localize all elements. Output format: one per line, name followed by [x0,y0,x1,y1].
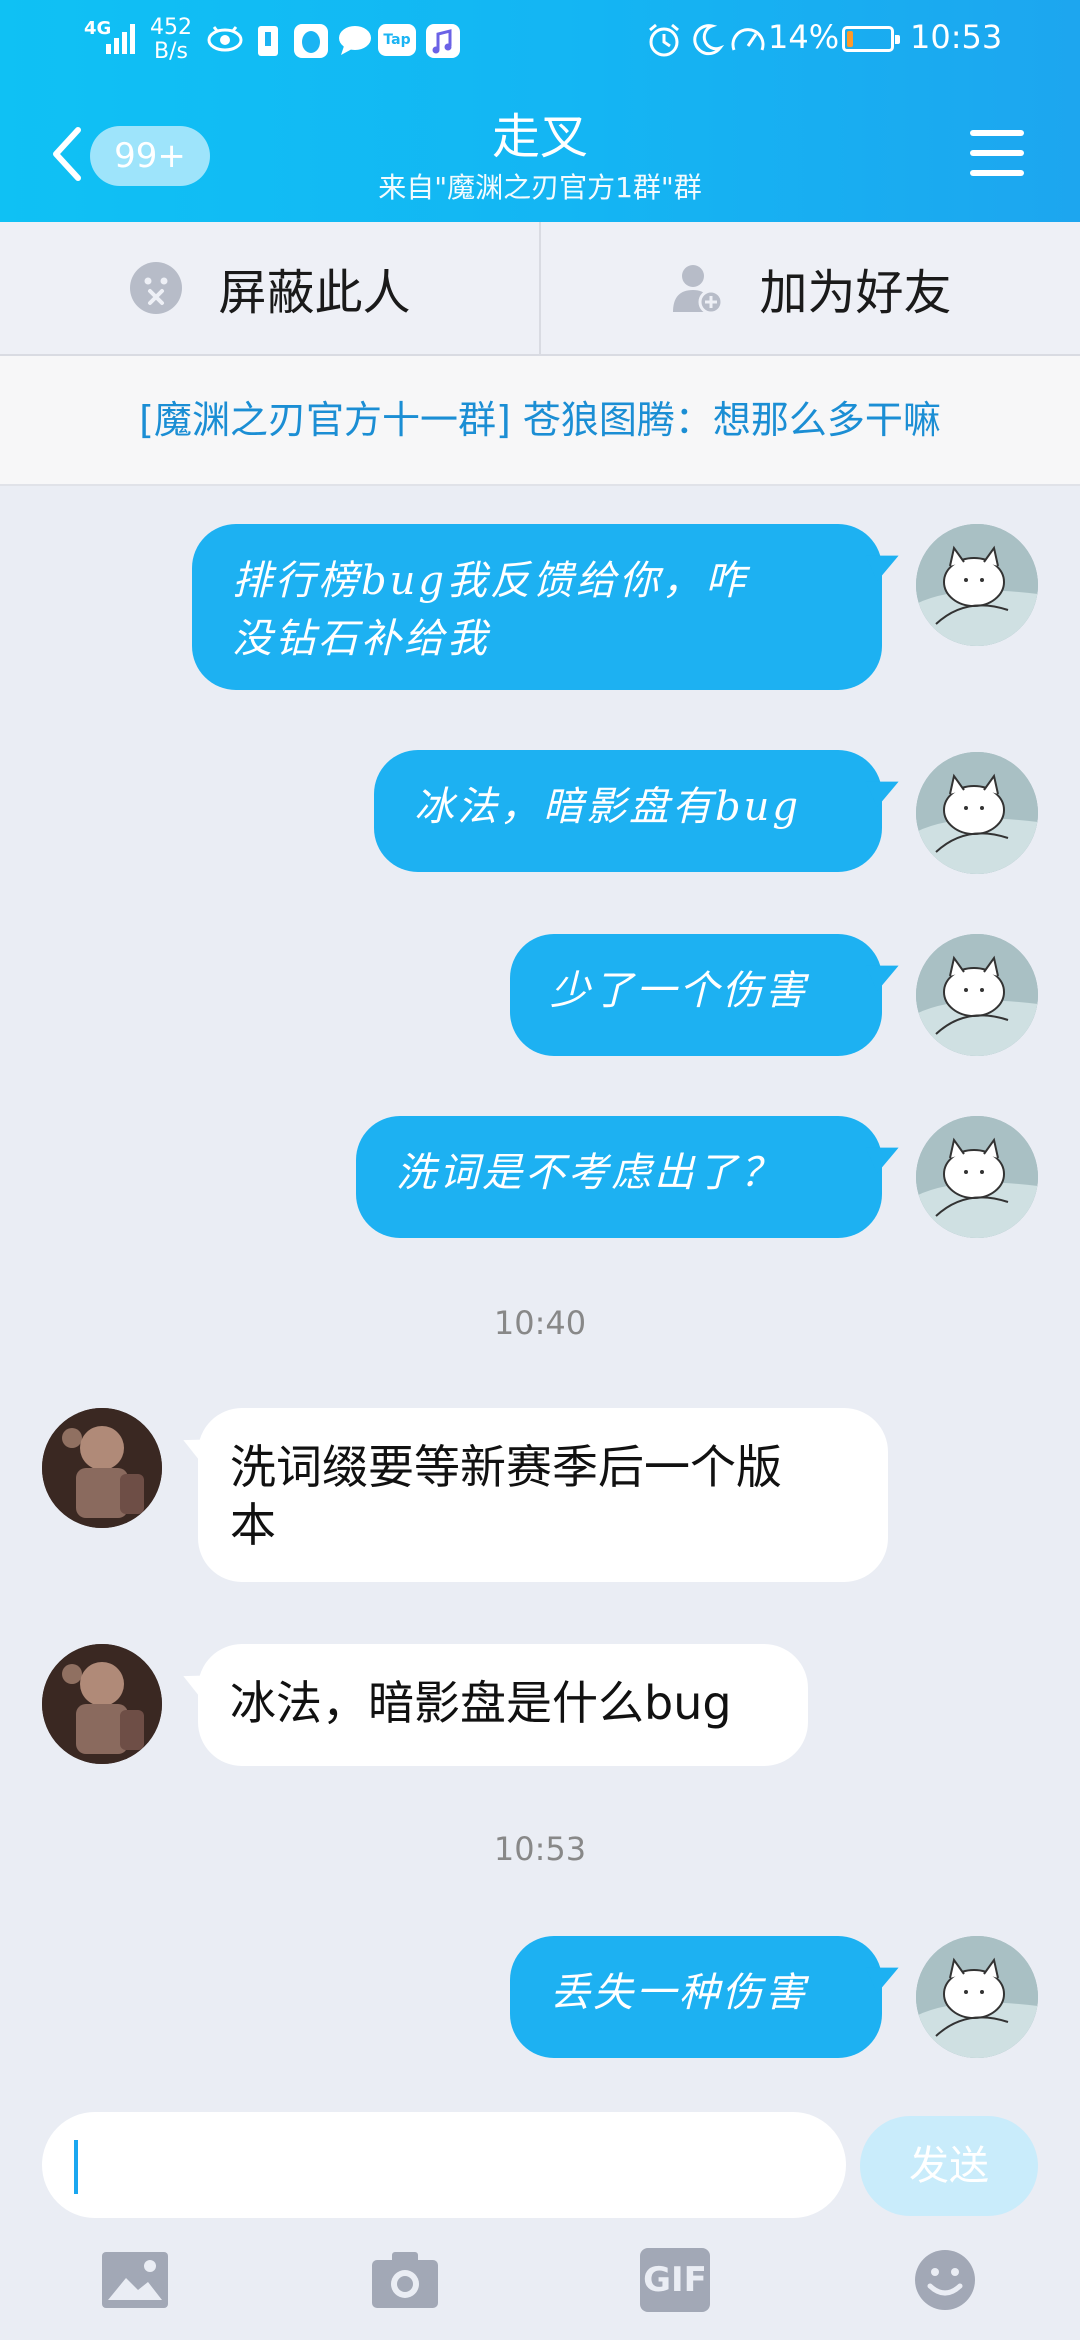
message-text-line: 排行榜bug我反馈给你，咋 [232,558,748,604]
cat-avatar-image [916,1936,1038,2058]
message-input[interactable] [42,2112,846,2218]
message-text-line: 没钻石补给我 [232,616,490,662]
gif-icon[interactable]: GIF [640,2248,710,2312]
battery-icon [842,26,900,52]
sim-icon [258,26,278,56]
message-timestamp: 10:40 [493,1304,587,1342]
camera-icon[interactable] [370,2248,440,2312]
outgoing-message[interactable]: 洗词是不考虑出了？ [356,1116,882,1238]
add-friend-icon [673,265,724,315]
avatar[interactable] [916,1116,1038,1238]
message-text-line: 洗词缀要等新赛季后一个版 [230,1440,782,1494]
cat-avatar-image [916,524,1038,646]
chat-title: 走叉 [491,109,588,165]
speedometer-icon [731,28,765,51]
alarm-icon [649,23,679,57]
cat-avatar-image [916,1116,1038,1238]
eye-icon [207,26,243,52]
clock: 10:53 [910,18,1003,56]
outgoing-message[interactable]: 排行榜bug我反馈给你，咋 没钻石补给我 [192,524,882,690]
outgoing-message[interactable]: 少了一个伤害 [510,934,882,1056]
tap-app-label: Tap [378,24,416,56]
chat-subtitle: 来自"魔渊之刃官方1群"群 [378,171,702,204]
message-text: 冰法，暗影盘是什么bug [230,1676,732,1730]
avatar[interactable] [916,524,1038,646]
avatar[interactable] [916,1936,1038,2058]
emoji-icon[interactable] [910,2248,980,2312]
message-text: 冰法，暗影盘有bug [414,784,801,830]
incoming-message[interactable]: 冰法，暗影盘是什么bug [198,1644,808,1766]
incoming-message[interactable]: 洗词缀要等新赛季后一个版 本 [198,1408,888,1582]
message-text: 少了一个伤害 [550,968,808,1014]
speed-unit: B/s [154,39,188,64]
status-bar: 4G 452 B/s Tap 14% 10:53 [0,0,1080,80]
game-character-avatar-image [42,1644,162,1764]
avatar[interactable] [42,1644,162,1764]
battery-level [847,31,853,47]
message-text: 洗词是不考虑出了？ [396,1150,783,1196]
tap-app-icon: Tap [378,20,416,60]
text-cursor [74,2140,78,2194]
speed-value: 452 [150,15,192,40]
avatar[interactable] [916,752,1038,874]
block-user-label: 屏蔽此人 [218,265,411,321]
chat-header: 4G 452 B/s Tap 14% 10:53 99+ 走叉 来自"魔渊之刃官… [0,0,1080,222]
moon-icon [693,24,724,56]
stranger-actions-bar: 屏蔽此人 加为好友 [0,222,1080,356]
add-friend-label: 加为好友 [759,265,952,321]
avatar[interactable] [916,934,1038,1056]
photo-icon[interactable] [100,2248,170,2312]
message-text-line: 本 [230,1498,276,1552]
qq-app-icon [294,24,328,58]
add-friend-button[interactable]: 加为好友 [541,222,1080,354]
network-speed: 452 B/s [150,16,192,64]
message-text: 丢失一种伤害 [550,1970,808,2016]
group-notice[interactable]: [魔渊之刃官方十一群] 苍狼图腾：想那么多干嘛 [0,356,1080,486]
signal-icon [106,24,135,54]
battery-percent: 14% [768,18,840,56]
outgoing-message[interactable]: 冰法，暗影盘有bug [374,750,882,872]
outgoing-message[interactable]: 丢失一种伤害 [510,1936,882,2058]
game-character-avatar-image [42,1408,162,1528]
block-user-button[interactable]: 屏蔽此人 [0,222,539,354]
music-app-icon [426,24,460,58]
message-bubble-icon [339,26,371,55]
avatar[interactable] [42,1408,162,1528]
cat-avatar-image [916,752,1038,874]
cat-avatar-image [916,934,1038,1056]
block-user-icon [130,262,183,314]
menu-icon[interactable] [970,128,1024,178]
send-button[interactable]: 发送 [860,2116,1038,2216]
message-timestamp: 10:53 [493,1830,587,1868]
